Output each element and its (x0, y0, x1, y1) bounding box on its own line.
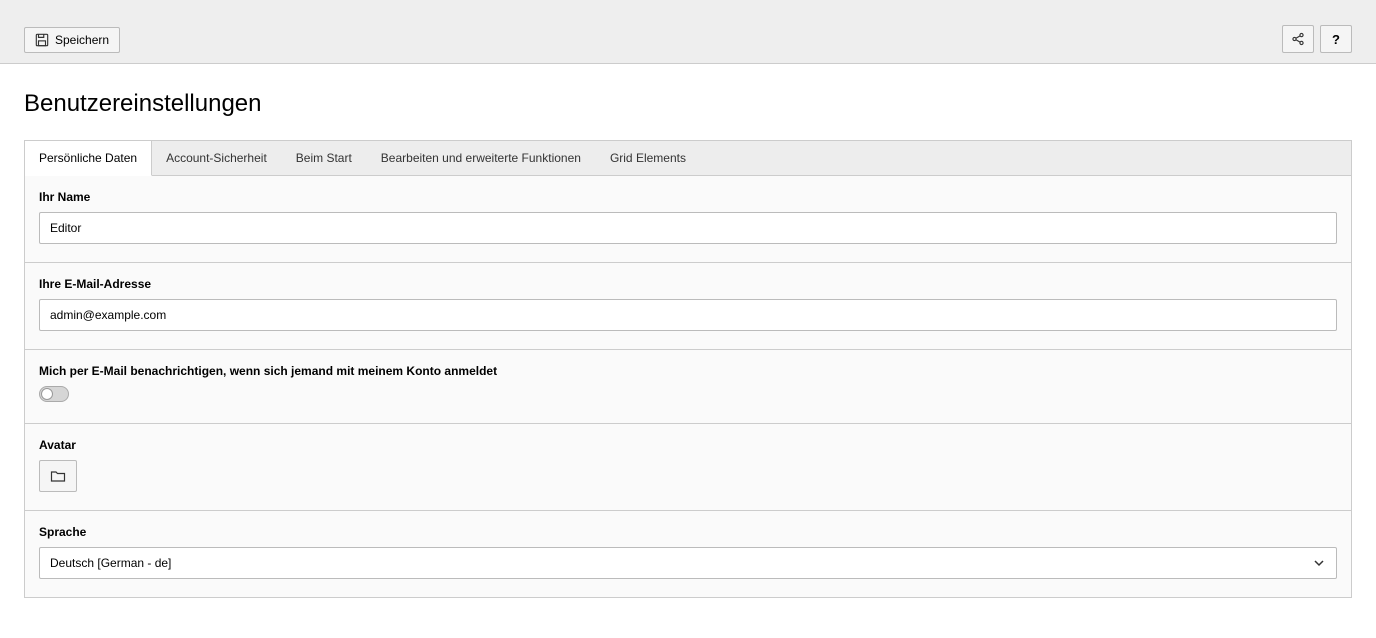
section-name: Ihr Name (25, 176, 1351, 263)
save-button[interactable]: Speichern (24, 27, 120, 53)
toggle-knob (41, 388, 53, 400)
toolbar: Speichern ? (0, 0, 1376, 64)
section-notify: Mich per E-Mail benachrichtigen, wenn si… (25, 350, 1351, 424)
avatar-label: Avatar (39, 438, 1337, 452)
help-icon: ? (1332, 32, 1340, 47)
language-select[interactable]: Deutsch [German - de] (39, 547, 1337, 579)
form-panel: Ihr Name Ihre E-Mail-Adresse Mich per E-… (24, 176, 1352, 598)
tab-account-security[interactable]: Account-Sicherheit (152, 141, 282, 175)
avatar-browse-button[interactable] (39, 460, 77, 492)
tab-edit-advanced[interactable]: Bearbeiten und erweiterte Funktionen (367, 141, 596, 175)
save-icon (35, 33, 49, 47)
content: Benutzereinstellungen Persönliche Daten … (0, 64, 1376, 638)
share-icon (1291, 32, 1305, 46)
help-button[interactable]: ? (1320, 25, 1352, 53)
page-title: Benutzereinstellungen (24, 90, 1352, 118)
tabs: Persönliche Daten Account-Sicherheit Bei… (24, 140, 1352, 176)
language-label: Sprache (39, 525, 1337, 539)
tab-grid-elements[interactable]: Grid Elements (596, 141, 701, 175)
email-input[interactable] (39, 299, 1337, 331)
section-avatar: Avatar (25, 424, 1351, 511)
notify-label: Mich per E-Mail benachrichtigen, wenn si… (39, 364, 1337, 378)
save-button-label: Speichern (55, 33, 109, 47)
section-language: Sprache Deutsch [German - de] (25, 511, 1351, 598)
tab-on-start[interactable]: Beim Start (282, 141, 367, 175)
section-email: Ihre E-Mail-Adresse (25, 263, 1351, 350)
email-label: Ihre E-Mail-Adresse (39, 277, 1337, 291)
notify-toggle[interactable] (39, 386, 69, 402)
share-button[interactable] (1282, 25, 1314, 53)
name-input[interactable] (39, 212, 1337, 244)
name-label: Ihr Name (39, 190, 1337, 204)
tab-personal-data[interactable]: Persönliche Daten (25, 141, 152, 176)
folder-icon (50, 469, 66, 483)
